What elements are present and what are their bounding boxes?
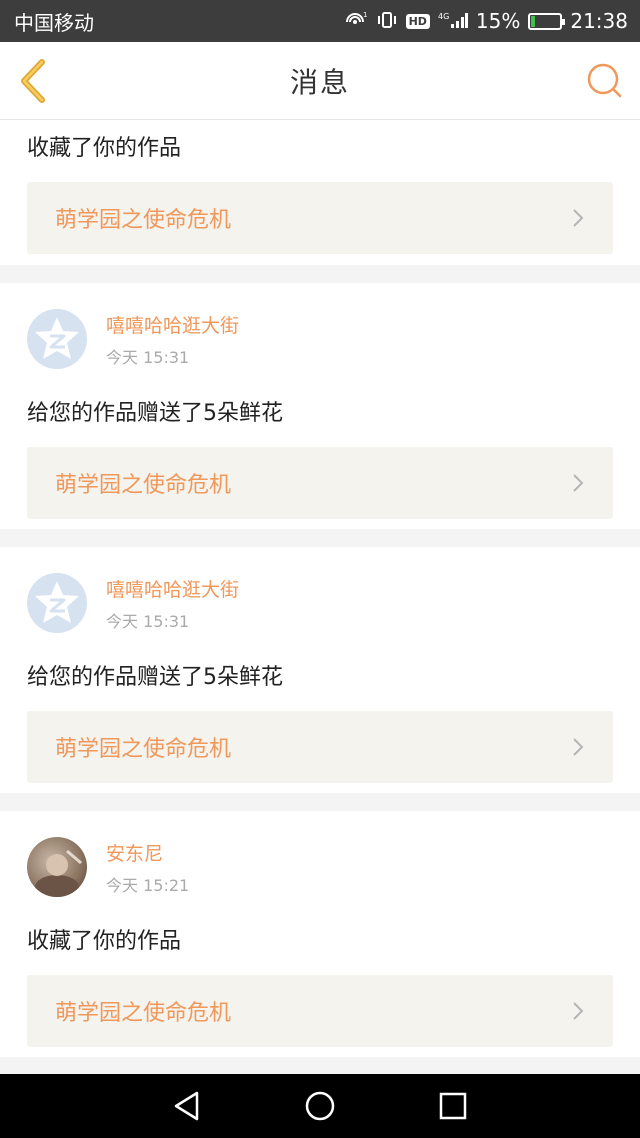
- battery-icon: [528, 12, 566, 30]
- circle-home-icon: [305, 1091, 335, 1121]
- message-sender[interactable]: 嘻嘻哈哈逛大街 今天 15:31: [27, 309, 613, 369]
- work-link[interactable]: 萌学园之使命危机: [27, 711, 613, 783]
- message-feed[interactable]: 收藏了你的作品 萌学园之使命危机 嘻嘻哈哈逛大街 今天 15:31 给您的作品赠…: [0, 120, 640, 1074]
- sender-name[interactable]: 安东尼: [106, 839, 189, 866]
- back-button[interactable]: [14, 56, 54, 106]
- default-avatar-icon[interactable]: [27, 309, 87, 369]
- chevron-right-icon: [573, 209, 584, 227]
- sender-name[interactable]: 嘻嘻哈哈逛大街: [106, 311, 239, 338]
- status-bar: 中国移动 1 HD 4G 15% 21:38: [0, 0, 640, 42]
- triangle-back-icon: [174, 1091, 198, 1121]
- sender-name[interactable]: 嘻嘻哈哈逛大街: [106, 575, 239, 602]
- message-card: 安东尼 今天 15:21 收藏了你的作品 萌学园之使命危机: [0, 811, 640, 1057]
- signal-icon: 4G: [438, 11, 468, 32]
- work-title: 萌学园之使命危机: [55, 1001, 232, 1026]
- vibrate-icon: [376, 11, 398, 32]
- app-header: 消息: [0, 42, 640, 120]
- chevron-right-icon: [573, 1002, 584, 1020]
- battery-level: [531, 15, 536, 27]
- svg-text:1: 1: [363, 11, 367, 19]
- chevron-left-icon: [21, 59, 45, 103]
- message-action-text: 收藏了你的作品: [27, 929, 182, 954]
- sender-meta: 嘻嘻哈哈逛大街 今天 15:31: [106, 311, 239, 368]
- nav-recents-button[interactable]: [433, 1086, 473, 1126]
- sender-meta: 安东尼 今天 15:21: [106, 839, 189, 896]
- status-icons: 1 HD 4G 15% 21:38: [345, 9, 628, 33]
- work-link[interactable]: 萌学园之使命危机: [27, 975, 613, 1047]
- carrier-label: 中国移动: [14, 10, 94, 35]
- page-title: 消息: [289, 65, 350, 99]
- work-title: 萌学园之使命危机: [55, 208, 232, 233]
- default-avatar-icon[interactable]: [27, 573, 87, 633]
- search-icon: [587, 63, 622, 98]
- message-action-text: 给您的作品赠送了5朵鲜花: [27, 401, 283, 426]
- svg-text:4G: 4G: [438, 12, 449, 21]
- chevron-right-icon: [573, 738, 584, 756]
- sender-meta: 嘻嘻哈哈逛大街 今天 15:31: [106, 575, 239, 632]
- work-title: 萌学园之使命危机: [55, 473, 232, 498]
- message-action-text: 给您的作品赠送了5朵鲜花: [27, 665, 283, 690]
- search-button[interactable]: [584, 60, 626, 102]
- message-card: 嘻嘻哈哈逛大街 今天 15:31 给您的作品赠送了5朵鲜花 萌学园之使命危机: [0, 283, 640, 529]
- work-link[interactable]: 萌学园之使命危机: [27, 182, 613, 254]
- nav-back-button[interactable]: [167, 1086, 207, 1126]
- message-sender[interactable]: 安东尼 今天 15:21: [27, 837, 613, 897]
- battery-percent: 15%: [475, 9, 521, 33]
- hd-badge: HD: [405, 13, 430, 29]
- clock: 21:38: [570, 9, 628, 33]
- message-time: 今天 15:31: [106, 347, 190, 367]
- nav-home-button[interactable]: [300, 1086, 340, 1126]
- hotspot-icon: 1: [345, 11, 368, 32]
- message-action-text: 收藏了你的作品: [27, 136, 182, 161]
- message-time: 今天 15:31: [106, 611, 190, 631]
- work-link[interactable]: 萌学园之使命危机: [27, 447, 613, 519]
- square-recents-icon: [440, 1092, 467, 1120]
- message-sender[interactable]: 嘻嘻哈哈逛大街 今天 15:31: [27, 573, 613, 633]
- message-time: 今天 15:21: [106, 875, 190, 895]
- message-card: 收藏了你的作品 萌学园之使命危机: [0, 120, 640, 265]
- message-card: 嘻嘻哈哈逛大街 今天 15:31 给您的作品赠送了5朵鲜花 萌学园之使命危机: [0, 547, 640, 793]
- chevron-right-icon: [573, 474, 584, 492]
- work-title: 萌学园之使命危机: [55, 737, 232, 762]
- photo-avatar[interactable]: [27, 837, 87, 897]
- system-nav-bar: [0, 1074, 640, 1138]
